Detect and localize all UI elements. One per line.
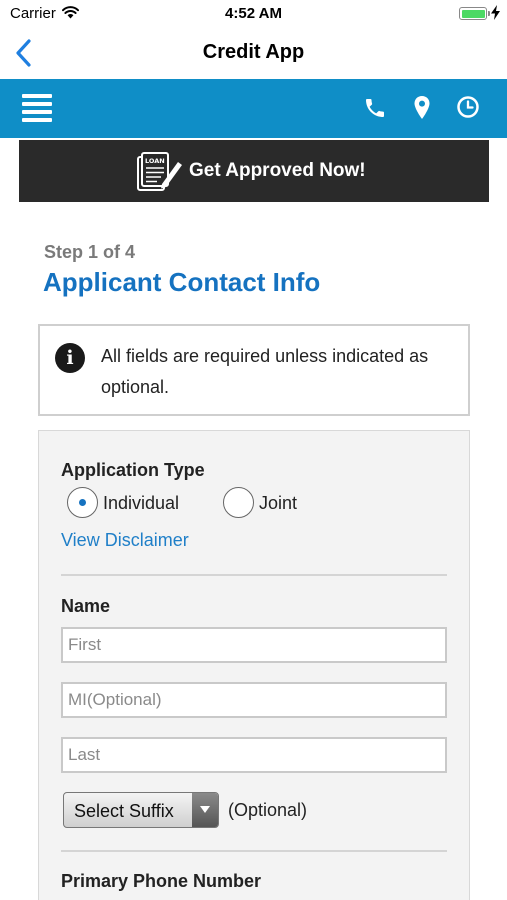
- banner-label: Get Approved Now!: [189, 160, 366, 181]
- primary-phone-label: Primary Phone Number: [61, 871, 262, 891]
- last-name-input[interactable]: [61, 737, 447, 773]
- radio-joint-label: Joint: [259, 493, 298, 513]
- hamburger-menu-icon[interactable]: [22, 94, 52, 122]
- battery-icon: [459, 7, 490, 20]
- navigation-bar: Credit App: [0, 28, 507, 79]
- application-type-label: Application Type: [61, 460, 205, 480]
- radio-circle-selected[interactable]: [67, 487, 98, 518]
- step-indicator: Step 1 of 4: [44, 242, 136, 262]
- middle-initial-input[interactable]: [61, 682, 447, 718]
- name-label: Name: [61, 596, 111, 616]
- status-bar: Carrier 4:52 AM: [0, 0, 507, 28]
- phone-icon[interactable]: [363, 95, 387, 121]
- section-divider: [61, 850, 447, 852]
- status-time: 4:52 AM: [225, 5, 282, 22]
- suffix-select[interactable]: Select Suffix: [63, 792, 219, 828]
- location-pin-icon[interactable]: [410, 95, 434, 121]
- get-approved-banner[interactable]: LOAN Get Approved Now!: [19, 140, 489, 202]
- nav-title: Credit App: [202, 41, 305, 63]
- app-header: [0, 79, 507, 138]
- loan-document-icon: LOAN: [137, 152, 182, 191]
- clock-icon[interactable]: [456, 95, 480, 121]
- svg-text:LOAN: LOAN: [145, 157, 165, 165]
- suffix-optional-note: (Optional): [228, 800, 308, 820]
- section-divider: [61, 574, 447, 576]
- view-disclaimer-link[interactable]: View Disclaimer: [61, 530, 189, 551]
- notice-text: All fields are required unless indicated…: [101, 346, 429, 397]
- charging-bolt-icon: [491, 5, 500, 20]
- required-fields-notice: i All fields are required unless indicat…: [38, 324, 470, 416]
- radio-individual[interactable]: Individual: [67, 487, 197, 519]
- radio-individual-label: Individual: [103, 493, 180, 513]
- info-icon: i: [55, 343, 85, 373]
- contact-info-form: Application Type Individual Joint View D…: [38, 430, 470, 900]
- page-title: Applicant Contact Info: [43, 267, 321, 297]
- first-name-input[interactable]: [61, 627, 447, 663]
- radio-joint[interactable]: Joint: [223, 487, 313, 519]
- radio-circle-unselected[interactable]: [223, 487, 254, 518]
- dropdown-arrow-icon: [192, 793, 218, 827]
- suffix-select-label: Select Suffix: [74, 801, 174, 821]
